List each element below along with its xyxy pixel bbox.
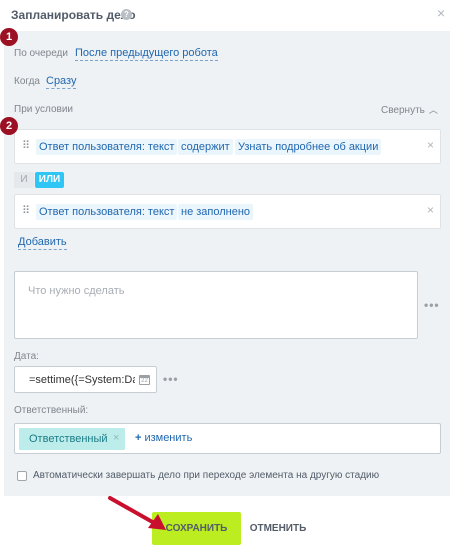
dialog-title: Запланировать дело bbox=[11, 8, 136, 22]
task-textarea[interactable] bbox=[14, 271, 418, 339]
auto-complete-checkbox[interactable] bbox=[17, 471, 27, 481]
responsible-field: Ответственный × + изменить bbox=[14, 423, 441, 454]
or-toggle[interactable]: ИЛИ bbox=[35, 172, 64, 188]
date-value: =settime({=System:Da bbox=[29, 374, 135, 386]
step-marker-2: 2 bbox=[0, 117, 18, 135]
remove-condition-icon[interactable]: × bbox=[427, 138, 434, 152]
collapse-label: Свернуть bbox=[381, 105, 425, 116]
date-label: Дата: bbox=[14, 351, 39, 362]
change-label: изменить bbox=[144, 432, 193, 444]
condition-field-token[interactable]: Ответ пользователя: текст bbox=[36, 139, 178, 155]
pointer-arrow-icon bbox=[108, 496, 166, 530]
cancel-button[interactable]: ОТМЕНИТЬ bbox=[246, 512, 310, 545]
change-responsible-link[interactable]: + изменить bbox=[135, 432, 192, 444]
condition-row: ⠿ Ответ пользователя: текст не заполнено… bbox=[14, 194, 441, 229]
more-dots-icon[interactable]: ••• bbox=[163, 372, 179, 386]
condition-field-token[interactable]: Ответ пользователя: текст bbox=[36, 204, 178, 220]
condition-value-token[interactable]: Узнать подробнее об акции bbox=[235, 139, 382, 155]
add-condition-link[interactable]: Добавить bbox=[18, 235, 67, 250]
plus-icon: + bbox=[135, 432, 142, 444]
auto-complete-label: Автоматически завершать дело при переход… bbox=[33, 470, 380, 481]
and-toggle[interactable]: И bbox=[14, 172, 34, 188]
remove-condition-icon[interactable]: × bbox=[427, 203, 434, 217]
date-field[interactable]: =settime({=System:Da 22 bbox=[14, 366, 157, 393]
calendar-icon[interactable]: 22 bbox=[139, 375, 150, 385]
queue-value-link[interactable]: После предыдущего робота bbox=[75, 46, 218, 61]
remove-tag-icon[interactable]: × bbox=[113, 432, 119, 444]
close-icon[interactable]: × bbox=[437, 5, 445, 21]
drag-handle-icon[interactable]: ⠿ bbox=[22, 204, 30, 217]
queue-label: По очереди bbox=[14, 48, 68, 59]
step-marker-1: 1 bbox=[0, 28, 18, 46]
more-dots-icon[interactable]: ••• bbox=[424, 298, 440, 312]
condition-operator-token[interactable]: содержит bbox=[178, 139, 233, 155]
help-icon[interactable]: ? bbox=[121, 9, 132, 20]
collapse-toggle[interactable]: Свернуть ︿ bbox=[381, 103, 438, 116]
condition-operator-token[interactable]: не заполнено bbox=[178, 204, 254, 220]
drag-handle-icon[interactable]: ⠿ bbox=[22, 139, 30, 152]
responsible-tag[interactable]: Ответственный × bbox=[19, 428, 125, 450]
when-value-link[interactable]: Сразу bbox=[46, 74, 77, 89]
condition-row: ⠿ Ответ пользователя: текст содержит Узн… bbox=[14, 129, 441, 164]
when-label: Когда bbox=[14, 76, 40, 87]
responsible-tag-label: Ответственный bbox=[29, 433, 108, 445]
chevron-up-icon: ︿ bbox=[428, 105, 438, 115]
dialog-header: Запланировать дело ? × bbox=[0, 0, 454, 30]
condition-label: При условии bbox=[14, 104, 73, 115]
responsible-label: Ответственный: bbox=[14, 405, 89, 416]
